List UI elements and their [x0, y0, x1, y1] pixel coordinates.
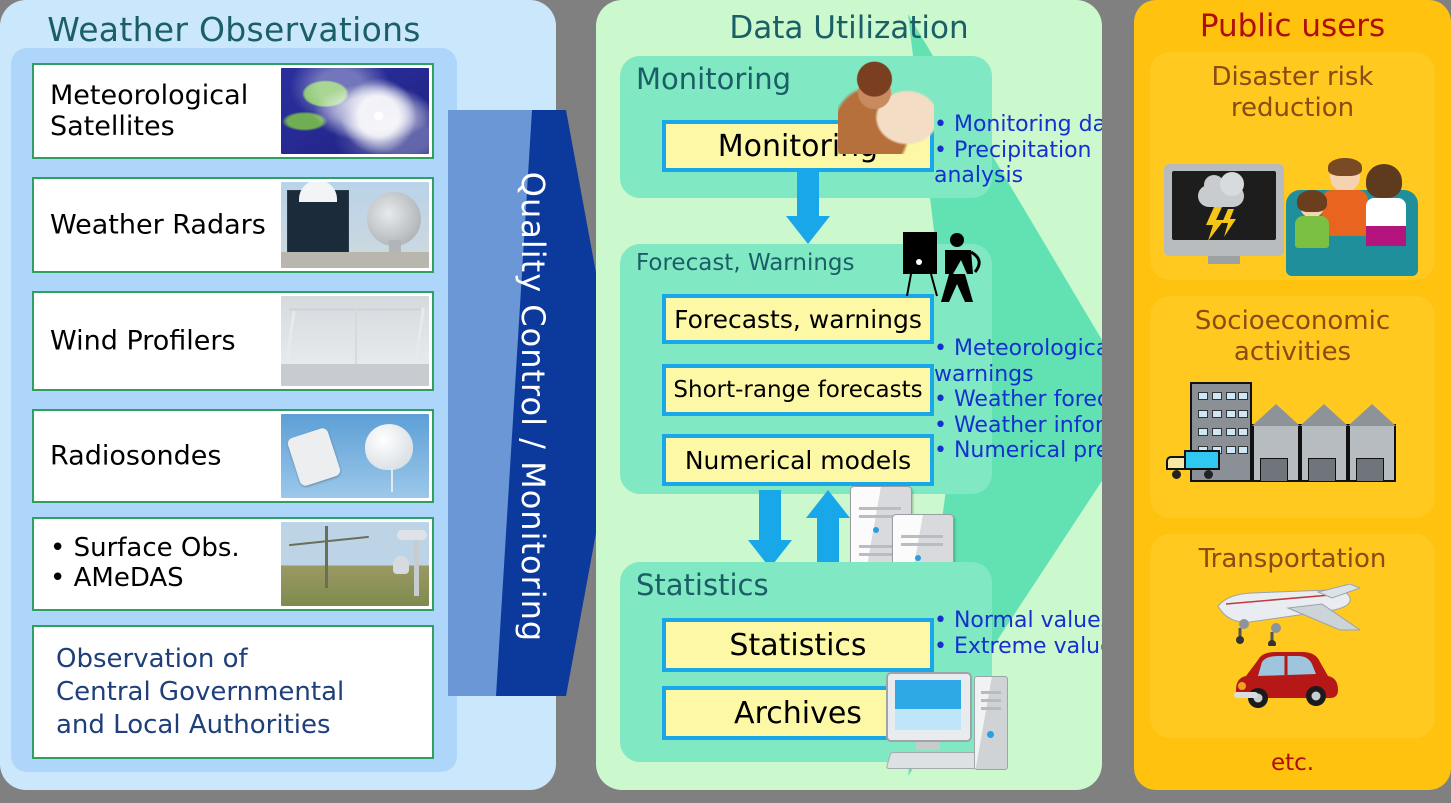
bullet-item: • Normal values [934, 608, 1102, 633]
observation-item-surface-obs[interactable]: • Surface Obs. • AMeDAS [32, 517, 434, 611]
weather-observations-title: Weather Observations [47, 10, 421, 49]
bullet-item: • Meteorological warnings [934, 336, 1102, 387]
monitoring-to-forecast-arrow [786, 172, 830, 244]
factory-building-truck-icon [1166, 380, 1418, 492]
use-card-socioeconomic-activities[interactable]: Socioeconomic activities [1150, 296, 1435, 518]
etc-label: etc. [1270, 750, 1315, 776]
bullet-item: • Weather information [934, 412, 1102, 438]
numerical-models-box[interactable]: Numerical models [662, 434, 934, 486]
observation-label: • Surface Obs. • AMeDAS [50, 533, 240, 593]
data-utilization-panel: Data Utilization Monitoring Monitoring •… [596, 0, 1102, 790]
observation-label: Weather Radars [50, 209, 266, 241]
forecasts-warnings-box[interactable]: Forecasts, warnings [662, 294, 934, 344]
forecast-section-title: Forecast, Warnings [636, 250, 855, 276]
use-card-title: Transportation [1198, 544, 1387, 574]
airplane-icon [1217, 584, 1360, 646]
bullet-item: • Extreme values [934, 633, 1102, 659]
diagram-canvas: Weather Observations Meteorological Sate… [0, 0, 1451, 803]
use-card-transportation[interactable]: Transportation [1150, 534, 1435, 738]
observation-item-wind-profilers[interactable]: Wind Profilers [32, 291, 434, 391]
radar-dome-image [281, 182, 429, 268]
data-utilization-title: Data Utilization [729, 10, 969, 46]
quality-control-label: Quality Control / Monitoring [514, 171, 552, 643]
bullet-item: • Precipitation analysis [934, 137, 1092, 189]
bullet-item: • Monitoring data [934, 112, 1102, 137]
use-card-disaster-risk-reduction[interactable]: Disaster risk reduction [1150, 52, 1435, 280]
monitoring-section-title: Monitoring [636, 62, 792, 96]
statistics-box[interactable]: Statistics [662, 618, 934, 672]
monitoring-bullets: • Monitoring data • Precipitation analys… [934, 112, 1102, 189]
use-card-title: Socioeconomic activities [1194, 306, 1391, 367]
forecast-bullets: • Meteorological warnings • Weather fore… [934, 336, 1102, 464]
observation-label: Radiosondes [50, 440, 222, 472]
observation-label: Meteorological Satellites [50, 79, 249, 142]
observation-item-satellites[interactable]: Meteorological Satellites [32, 63, 434, 159]
use-card-title: Disaster risk reduction [1211, 62, 1374, 123]
statistics-section-title: Statistics [636, 568, 769, 602]
wind-profiler-image [281, 296, 429, 386]
short-range-forecasts-box[interactable]: Short-range forecasts [662, 364, 934, 416]
observation-footer-box: Observation of Central Governmental and … [32, 625, 434, 759]
public-users-title: Public users [1199, 8, 1386, 44]
observation-item-radiosondes[interactable]: Radiosondes [32, 409, 434, 503]
observation-footer-label: Observation of Central Governmental and … [56, 643, 345, 740]
surface-station-image [281, 522, 429, 606]
observation-item-radars[interactable]: Weather Radars [32, 177, 434, 273]
seated-person-icon [838, 58, 934, 154]
models-to-statistics-arrow-down [746, 490, 794, 570]
bullet-item: • Numerical prediction [934, 438, 1102, 464]
satellite-typhoon-image [281, 68, 429, 154]
public-users-panel: Public users Disaster risk reduction Soc… [1134, 0, 1451, 790]
desktop-computer-icon [885, 672, 1012, 776]
radiosonde-balloon-image [281, 414, 429, 498]
statistics-bullets: • Normal values • Extreme values [934, 608, 1102, 659]
observation-label: Wind Profilers [50, 325, 236, 357]
statistics-to-models-arrow-up [804, 490, 852, 570]
bullet-item: • Weather forecasts [934, 387, 1102, 413]
car-icon [1234, 652, 1338, 708]
presenter-whiteboard-icon [903, 232, 981, 302]
